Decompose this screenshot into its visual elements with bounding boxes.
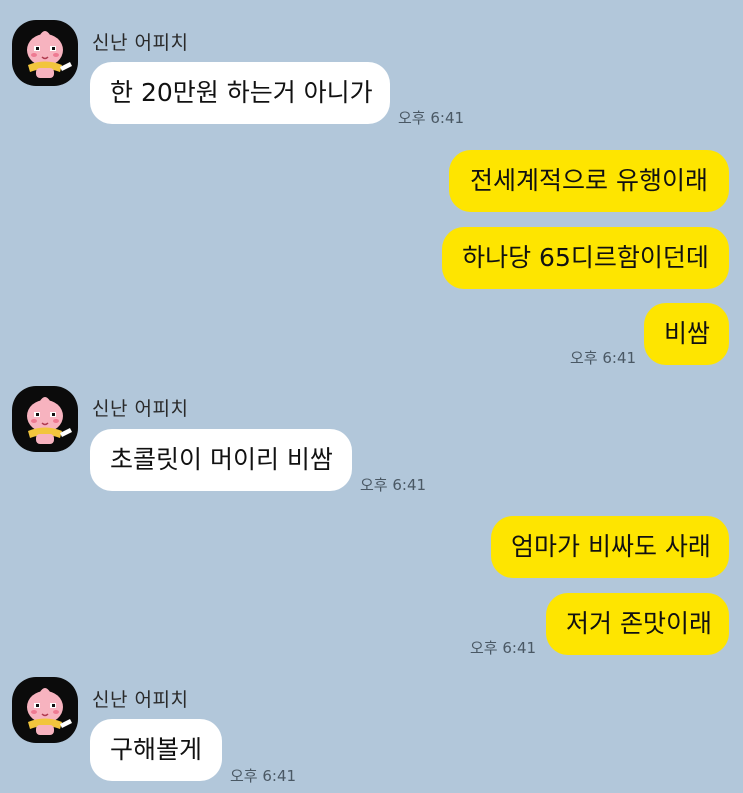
outgoing-message-bubble[interactable]: 저거 존맛이래: [546, 593, 729, 655]
incoming-message-bubble[interactable]: 구해볼게: [90, 719, 222, 781]
outgoing-message-bubble[interactable]: 엄마가 비싸도 사래: [491, 516, 729, 578]
apeach-avatar-icon[interactable]: [12, 20, 78, 86]
message-timestamp: 오후 6:41: [360, 476, 427, 494]
incoming-message-bubble[interactable]: 한 20만원 하는거 아니가: [90, 62, 390, 124]
sender-name: 신난 어피치: [92, 689, 189, 711]
message-timestamp: 오후 6:41: [470, 639, 537, 657]
message-timestamp: 오후 6:41: [398, 109, 465, 127]
outgoing-message-bubble[interactable]: 비쌈: [644, 303, 729, 365]
incoming-message-bubble[interactable]: 초콜릿이 머이리 비쌈: [90, 429, 352, 491]
outgoing-message-bubble[interactable]: 하나당 65디르함이던데: [442, 227, 729, 289]
apeach-avatar-icon[interactable]: [12, 677, 78, 743]
message-timestamp: 오후 6:41: [570, 349, 637, 367]
sender-name: 신난 어피치: [92, 32, 189, 54]
outgoing-message-bubble[interactable]: 전세계적으로 유행이래: [449, 150, 729, 212]
apeach-avatar-icon[interactable]: [12, 386, 78, 452]
sender-name: 신난 어피치: [92, 398, 189, 420]
message-timestamp: 오후 6:41: [230, 767, 297, 785]
